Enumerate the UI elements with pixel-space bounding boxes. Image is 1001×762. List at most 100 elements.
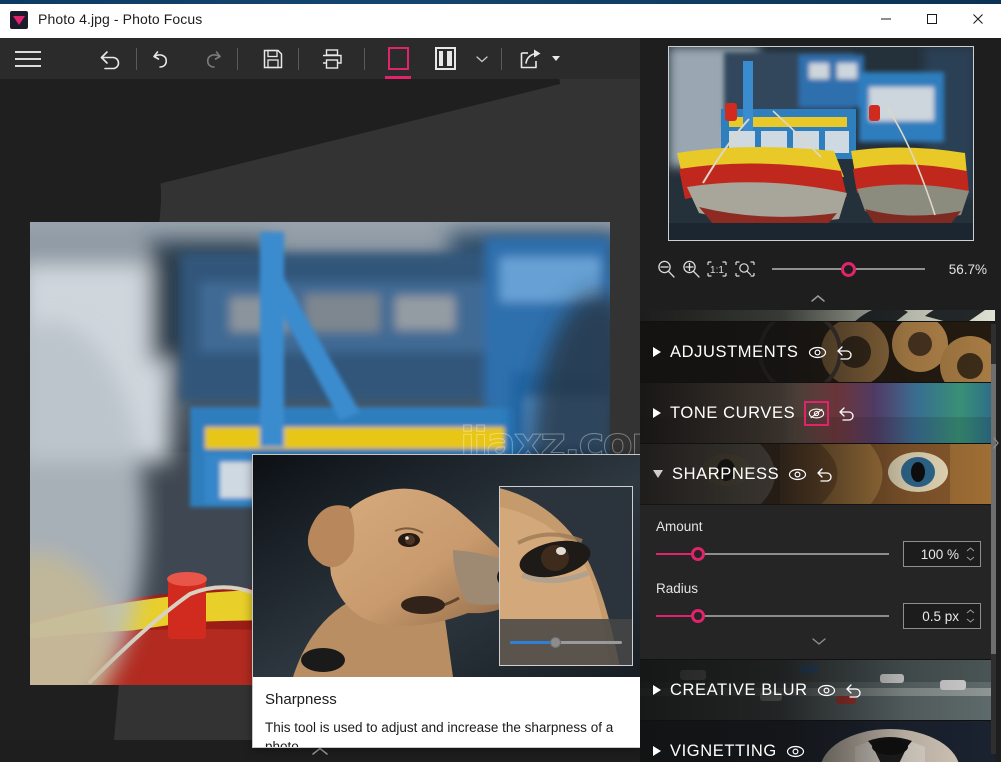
tooltip-slider-track[interactable] [510,636,622,648]
amount-slider-knob[interactable] [690,547,705,561]
hamburger-menu-button[interactable] [0,38,56,79]
right-panel: 1:1 56.7% ADJUSTMENTS TONE CURVES SHARPN… [640,38,1001,762]
sharpness-tooltip: Sharpness This tool is used to adjust an… [253,455,641,747]
share-dropdown-button[interactable] [548,38,564,79]
revert-icon [100,50,120,69]
print-button[interactable] [307,38,357,79]
redo-button[interactable] [187,38,237,79]
section-header-crop[interactable]: CROP [640,310,995,321]
hamburger-menu-icon [15,46,41,72]
section-title: TONE CURVES [670,403,796,422]
amount-stepper[interactable] [964,547,980,561]
section-header-vignetting[interactable]: VIGNETTING [640,720,995,762]
section-header-sharpness[interactable]: SHARPNESS [640,443,995,504]
visibility-toggle-icon-highlighted[interactable] [804,400,830,426]
view-options-dropdown[interactable] [467,38,497,79]
section-title: SHARPNESS [672,464,780,483]
title-accent-strip [0,0,1001,4]
preview-area [640,38,1001,248]
amount-slider[interactable] [656,545,889,563]
zoom-slider[interactable] [772,258,925,280]
fit-to-screen-button[interactable] [732,256,758,282]
radius-slider-knob[interactable] [690,609,705,623]
tooltip-media [253,455,641,677]
zoom-in-icon [682,260,700,278]
panel-collapse-button[interactable] [640,286,995,310]
radius-slider[interactable] [656,607,889,625]
fit-to-screen-icon [735,261,755,277]
reset-section-icon[interactable] [816,465,835,484]
photo-focus-window: Photo 4.jpg - Photo Focus Sharpness This… [0,0,1001,762]
revert-button[interactable] [86,38,136,79]
canvas-backdrop-shape-top [19,79,561,210]
chevron-up-icon [312,746,328,755]
visibility-toggle-icon[interactable] [808,343,827,362]
section-title: CREATIVE BLUR [670,680,808,699]
radius-label: Radius [656,581,699,596]
zoom-out-button[interactable] [654,256,677,282]
radius-spinner[interactable]: 0.5 px [903,603,981,629]
main-toolbar [0,38,640,79]
tooltip-text: Sharpness This tool is used to adjust an… [253,677,641,747]
tooltip-title: Sharpness [265,691,337,708]
image-preview[interactable] [667,45,974,241]
section-header-tone-curves[interactable]: TONE CURVES [640,382,995,443]
zoom-slider-knob[interactable] [840,261,856,277]
close-button[interactable] [955,0,1001,38]
preview-boat-render [668,46,973,240]
zoom-in-button[interactable] [679,256,702,282]
split-view-icon [434,47,456,70]
tooltip-description: This tool is used to adjust and increase… [265,720,614,747]
amount-row: 100 % [656,541,981,567]
expand-triangle-icon [653,685,661,695]
sharpness-controls: Amount 100 % Radius 0.5 px [640,504,995,659]
split-view-button[interactable] [423,38,467,79]
single-view-button[interactable] [373,38,423,79]
expand-triangle-icon [653,746,661,756]
visibility-toggle-icon[interactable] [786,742,805,761]
section-header-creative-blur[interactable]: CREATIVE BLUR [640,659,995,720]
stepper-up-icon [966,609,975,614]
amount-spinner[interactable]: 100 % [903,541,981,567]
save-icon [263,49,283,68]
visibility-toggle-icon[interactable] [788,465,807,484]
radius-value: 0.5 px [922,608,959,624]
undo-button[interactable] [137,38,187,79]
window-controls [863,0,1001,38]
visibility-toggle-icon[interactable] [817,681,836,700]
reset-section-icon[interactable] [845,681,864,700]
reset-section-icon[interactable] [838,404,857,423]
stepper-down-icon [966,556,975,561]
app-logo-icon [10,11,28,29]
tooltip-thumb-slider[interactable] [500,619,632,665]
one-to-one-icon: 1:1 [707,261,727,277]
title-bar: Photo 4.jpg - Photo Focus [0,0,1001,38]
actual-size-button[interactable]: 1:1 [704,256,730,282]
expand-triangle-icon [653,408,661,418]
stepper-up-icon [966,547,975,552]
redo-icon [206,50,221,68]
section-header-adjustments[interactable]: ADJUSTMENTS [640,321,995,382]
radius-stepper[interactable] [964,609,980,623]
section-title: VIGNETTING [670,741,777,760]
tooltip-slider-fill [510,640,555,644]
radius-row: 0.5 px [656,603,981,629]
chevron-up-icon [810,294,825,302]
zoom-toolbar: 1:1 56.7% [640,248,1001,290]
reset-section-icon[interactable] [836,343,855,362]
sharpness-more-toggle[interactable] [656,629,981,653]
zoom-percent-label: 56.7% [948,261,987,277]
section-title: CROP [670,310,720,313]
save-button[interactable] [248,38,298,79]
maximize-button[interactable] [909,0,955,38]
tool-sections: CROP ADJUSTMENTS [640,310,995,762]
minimize-button[interactable] [863,0,909,38]
stepper-down-icon [966,618,975,623]
tooltip-slider-knob[interactable] [550,636,562,648]
amount-label: Amount [656,519,703,534]
chevron-down-icon [811,638,826,645]
single-view-icon [387,47,409,70]
expand-triangle-icon [653,347,661,357]
window-title: Photo 4.jpg - Photo Focus [38,11,203,27]
collapse-triangle-icon [653,470,663,478]
